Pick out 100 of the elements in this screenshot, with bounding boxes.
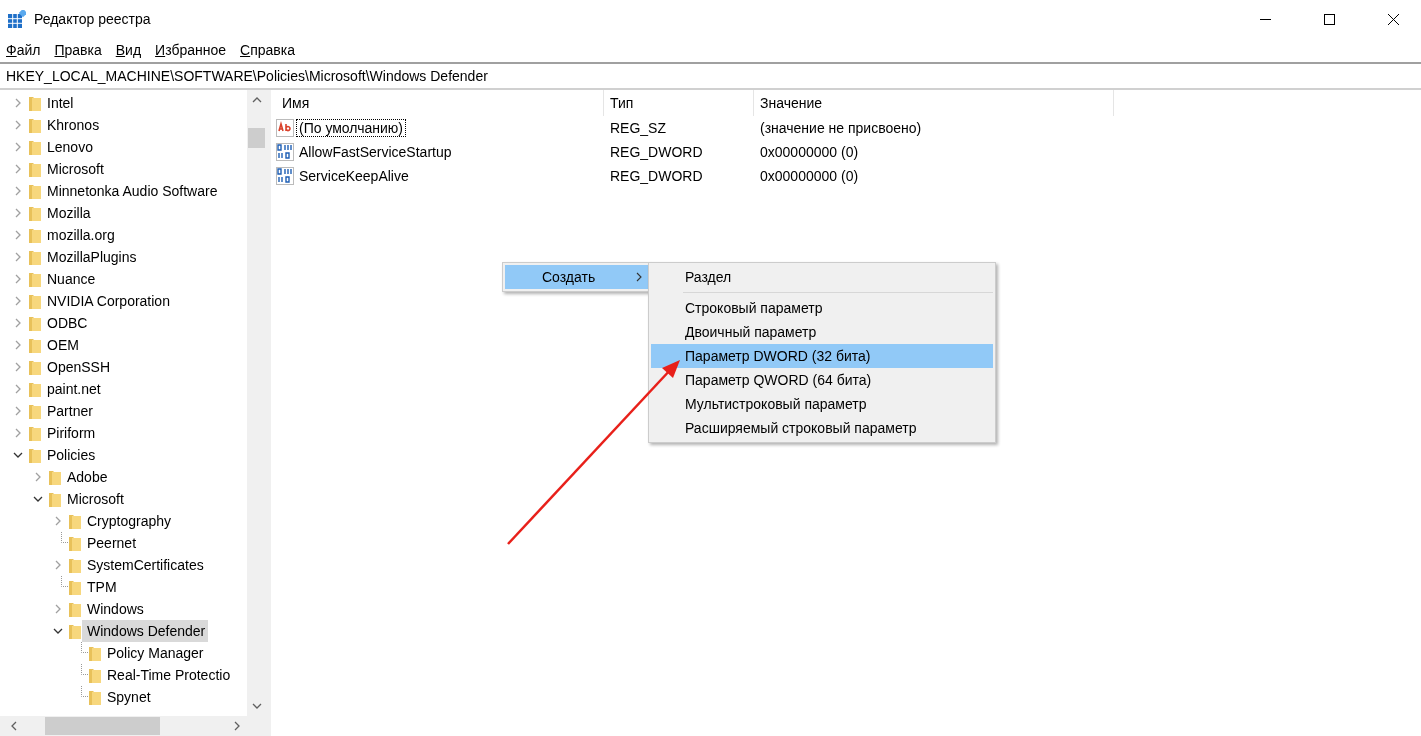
tree-item[interactable]: SystemCertificates: [82, 554, 207, 576]
menu-item[interactable]: Файл: [6, 42, 41, 58]
folder-icon: [68, 600, 82, 618]
minimize-icon: [1259, 18, 1271, 20]
chevron-right-icon[interactable]: [13, 252, 23, 262]
menu-option[interactable]: Двоичный параметр: [651, 320, 993, 344]
tree-item[interactable]: mozilla.org: [42, 224, 118, 246]
menu-option[interactable]: Строковый параметр: [651, 296, 993, 320]
folder-icon: [28, 204, 42, 222]
value-name[interactable]: (По умолчанию): [296, 119, 406, 137]
folder-icon: [28, 160, 42, 178]
maximize-icon: [1323, 13, 1335, 25]
tree-item[interactable]: Windows: [82, 598, 147, 620]
chevron-down-icon[interactable]: [13, 450, 23, 460]
tree-item[interactable]: Windows Defender: [82, 620, 209, 642]
chevron-right-icon[interactable]: [53, 516, 63, 526]
chevron-right-icon[interactable]: [13, 340, 23, 350]
binary-value-icon: [276, 167, 294, 185]
chevron-right-icon[interactable]: [33, 472, 43, 482]
folder-icon: [28, 336, 42, 354]
value-name[interactable]: ServiceKeepAlive: [296, 167, 412, 185]
table-cell-text: REG_SZ: [609, 120, 667, 136]
menu-item[interactable]: Справка: [240, 42, 295, 58]
tree-item[interactable]: ODBC: [42, 312, 91, 334]
chevron-right-icon[interactable]: [13, 164, 23, 174]
table-cell-text: 0x00000000 (0): [759, 168, 860, 184]
tree-line-icon: [81, 686, 88, 697]
tree-item[interactable]: Minnetonka Audio Software: [42, 180, 221, 202]
folder-icon: [28, 248, 42, 266]
tree-item[interactable]: Mozilla: [42, 202, 94, 224]
scrollbar-thumb[interactable]: [248, 128, 265, 148]
tree-item[interactable]: Adobe: [62, 466, 111, 488]
menu-option[interactable]: Раздел: [651, 265, 993, 289]
menu-option[interactable]: Мультистроковый параметр: [651, 392, 993, 416]
menu-item[interactable]: Избранное: [155, 42, 227, 58]
tree-item[interactable]: TPM: [82, 576, 120, 598]
menu-option[interactable]: Расширяемый строковый параметр: [651, 416, 993, 440]
menu-item[interactable]: Правка: [54, 42, 102, 58]
tree-item[interactable]: Piriform: [42, 422, 99, 444]
tree-item[interactable]: Policy Manager: [102, 642, 207, 664]
menu-option[interactable]: Параметр QWORD (64 бита): [651, 368, 993, 392]
chevron-right-icon[interactable]: [13, 296, 23, 306]
menu-item[interactable]: Вид: [115, 42, 142, 58]
folder-icon: [28, 446, 42, 464]
chevron-down-icon[interactable]: [33, 494, 43, 504]
column-header[interactable]: Тип: [604, 90, 754, 116]
folder-icon: [28, 292, 42, 310]
tree-item[interactable]: Peernet: [82, 532, 140, 554]
column-header[interactable]: Имя: [276, 90, 604, 116]
chevron-down-icon[interactable]: [53, 626, 63, 636]
tree-item[interactable]: Cryptography: [82, 510, 175, 532]
table-cell-text: REG_DWORD: [609, 168, 704, 184]
chevron-right-icon[interactable]: [13, 384, 23, 394]
chevron-right-icon[interactable]: [13, 120, 23, 130]
menu-option[interactable]: Создать: [505, 265, 649, 289]
chevron-right-icon[interactable]: [13, 362, 23, 372]
chevron-right-icon[interactable]: [13, 186, 23, 196]
chevron-right-icon[interactable]: [13, 142, 23, 152]
tree-item[interactable]: paint.net: [42, 378, 104, 400]
folder-icon: [88, 688, 102, 706]
folder-icon: [28, 380, 42, 398]
chevron-right-icon[interactable]: [53, 604, 63, 614]
tree-item[interactable]: Microsoft: [62, 488, 127, 510]
tree-item[interactable]: Policies: [42, 444, 99, 466]
tree-item[interactable]: Partner: [42, 400, 96, 422]
tree-item[interactable]: OpenSSH: [42, 356, 114, 378]
chevron-right-icon[interactable]: [13, 318, 23, 328]
folder-icon: [28, 358, 42, 376]
chevron-right-icon[interactable]: [13, 406, 23, 416]
table-cell-text: 0x00000000 (0): [759, 144, 860, 160]
column-header[interactable]: Значение: [754, 90, 1114, 116]
value-name[interactable]: AllowFastServiceStartup: [296, 143, 455, 161]
tree-item[interactable]: Nuance: [42, 268, 99, 290]
tree-item[interactable]: Intel: [42, 92, 77, 114]
tree-item[interactable]: Khronos: [42, 114, 103, 136]
tree-item[interactable]: OEM: [42, 334, 82, 356]
folder-icon: [68, 578, 82, 596]
tree-item[interactable]: MozillaPlugins: [42, 246, 140, 268]
tree-item[interactable]: Lenovo: [42, 136, 96, 158]
chevron-right-icon: [635, 272, 643, 282]
folder-icon: [28, 226, 42, 244]
folder-icon: [28, 182, 42, 200]
scrollbar-thumb[interactable]: [45, 717, 160, 735]
chevron-right-icon[interactable]: [53, 560, 63, 570]
horizontal-scrollbar[interactable]: [0, 716, 247, 736]
menu-option[interactable]: Параметр DWORD (32 бита): [651, 344, 993, 368]
address-field[interactable]: HKEY_LOCAL_MACHINE\SOFTWARE\Policies\Microsoft\Windows Defender: [0, 62, 1421, 90]
chevron-right-icon[interactable]: [13, 428, 23, 438]
tree-line-icon: [61, 576, 68, 587]
chevron-right-icon[interactable]: [13, 208, 23, 218]
table-cell-text: (значение не присвоено): [759, 120, 923, 136]
tree-item[interactable]: NVIDIA Corporation: [42, 290, 173, 312]
tree-item[interactable]: Real-Time Protectio: [102, 664, 234, 686]
tree-item[interactable]: Microsoft: [42, 158, 107, 180]
folder-icon: [28, 116, 42, 134]
chevron-right-icon[interactable]: [13, 274, 23, 284]
tree-item[interactable]: Spynet: [102, 686, 154, 708]
chevron-right-icon[interactable]: [13, 98, 23, 108]
table-cell-text: REG_DWORD: [609, 144, 704, 160]
chevron-right-icon[interactable]: [13, 230, 23, 240]
